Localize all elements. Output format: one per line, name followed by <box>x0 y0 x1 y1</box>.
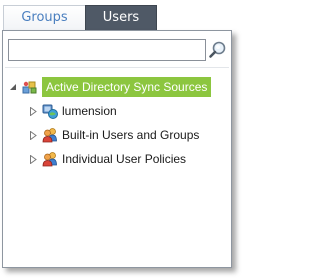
search-icon <box>209 41 226 58</box>
tab-groups[interactable]: Groups <box>3 5 85 30</box>
directory-sync-icon <box>22 79 38 95</box>
tree-node-built-in-users[interactable]: Built-in Users and Groups <box>27 125 199 145</box>
search-divider <box>5 67 229 68</box>
tree-node-root[interactable]: Active Directory Sync Sources <box>7 77 212 97</box>
tree-node-lumension[interactable]: lumension <box>27 101 117 121</box>
users-panel: Active Directory Sync Sources lumension <box>2 30 232 268</box>
tree-node-built-in-users-label: Built-in Users and Groups <box>62 128 200 142</box>
tree-node-individual-policies[interactable]: Individual User Policies <box>27 149 186 169</box>
collapsed-arrow-icon[interactable] <box>27 129 39 141</box>
search-input[interactable] <box>8 39 206 61</box>
search-button[interactable] <box>208 40 228 60</box>
user-group-icon <box>42 127 58 143</box>
tab-users[interactable]: Users <box>85 5 157 30</box>
tree-node-lumension-label: lumension <box>62 104 117 118</box>
collapsed-arrow-icon[interactable] <box>27 105 39 117</box>
tree-node-individual-policies-label: Individual User Policies <box>62 152 187 166</box>
user-group-icon <box>42 151 58 167</box>
domain-icon <box>42 103 58 119</box>
expanded-arrow-icon[interactable] <box>7 81 19 93</box>
tree-node-root-label: Active Directory Sync Sources <box>42 77 212 97</box>
users-panel-window: Groups Users Active Directory Sync Sourc… <box>0 0 243 279</box>
collapsed-arrow-icon[interactable] <box>27 153 39 165</box>
